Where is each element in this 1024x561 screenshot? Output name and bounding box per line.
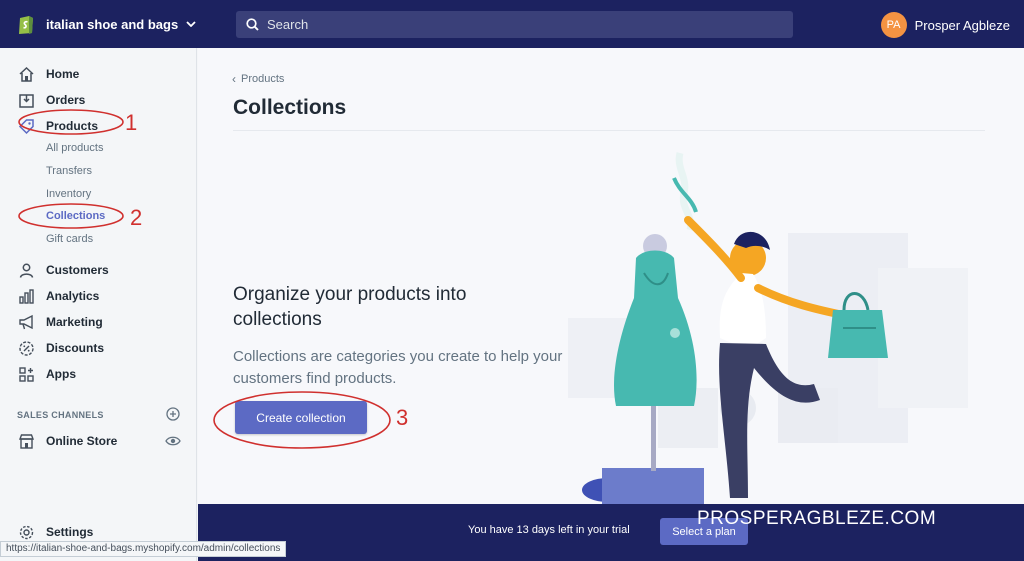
apps-icon <box>16 364 36 384</box>
empty-state-heading: Organize your products into collections <box>233 284 467 330</box>
sidebar-item-orders[interactable]: Orders <box>16 90 85 110</box>
sidebar-item-label: Settings <box>46 525 94 539</box>
empty-state-body: Collections are categories you create to… <box>233 348 563 387</box>
sidebar-subitem-all-products[interactable]: All products <box>46 142 103 154</box>
trial-text: You have 13 days left in your trial <box>468 524 630 536</box>
sidebar-item-label: Products <box>46 119 99 133</box>
sidebar-item-label: Apps <box>46 367 76 381</box>
shopify-logo-icon <box>16 12 36 36</box>
sidebar-item-label: Discounts <box>46 341 105 355</box>
collections-illustration <box>568 152 968 504</box>
sidebar-item-label: Home <box>46 67 80 81</box>
sidebar-item-marketing[interactable]: Marketing <box>16 312 103 332</box>
search-icon <box>246 18 259 31</box>
sidebar-item-label: Analytics <box>46 289 100 303</box>
eye-icon[interactable] <box>165 434 181 448</box>
annotation-number-1: 1 <box>125 110 138 135</box>
sidebar-item-label: Marketing <box>46 315 103 329</box>
customers-icon <box>16 260 36 280</box>
status-bar-url: https://italian-shoe-and-bags.myshopify.… <box>0 541 287 557</box>
sidebar-item-label: Online Store <box>46 434 118 448</box>
sidebar-subitem-collections[interactable]: Collections <box>46 210 105 222</box>
sales-channels-title: SALES CHANNELS <box>17 410 104 420</box>
annotation-number-2: 2 <box>130 205 143 230</box>
divider <box>233 130 985 131</box>
sidebar-subitem-inventory[interactable]: Inventory <box>46 188 91 200</box>
trial-banner: You have 13 days left in your trial Sele… <box>198 504 1024 561</box>
sidebar-item-home[interactable]: Home <box>16 64 79 84</box>
analytics-icon <box>16 286 36 306</box>
sidebar-item-analytics[interactable]: Analytics <box>16 286 99 306</box>
store-name: italian shoe and bags <box>46 16 179 32</box>
tag-icon <box>16 116 36 136</box>
sidebar: Home Orders Products All products Transf… <box>0 48 197 561</box>
marketing-icon <box>16 312 36 332</box>
add-sales-channel-icon[interactable] <box>166 407 180 421</box>
sidebar-item-label: Customers <box>46 263 109 277</box>
sidebar-subitem-transfers[interactable]: Transfers <box>46 165 92 177</box>
create-collection-button[interactable]: Create collection <box>235 401 367 434</box>
discounts-icon <box>16 338 36 358</box>
top-bar: italian shoe and bags Search PA Prosper … <box>0 0 1024 48</box>
user-name: Prosper Agbleze <box>914 17 1010 33</box>
chevron-left-icon: ‹ <box>232 72 236 86</box>
sidebar-subitem-gift-cards[interactable]: Gift cards <box>46 233 93 245</box>
sidebar-item-customers[interactable]: Customers <box>16 260 109 280</box>
gear-icon <box>16 522 36 542</box>
page-title: Collections <box>233 96 347 119</box>
user-menu[interactable]: PA Prosper Agbleze <box>880 12 1010 38</box>
sidebar-item-apps[interactable]: Apps <box>16 364 76 384</box>
sidebar-item-products[interactable]: Products <box>16 116 98 136</box>
annotation-number-3: 3 <box>396 405 409 430</box>
sidebar-item-label: Orders <box>46 93 86 107</box>
store-icon <box>16 431 36 451</box>
orders-icon <box>16 90 36 110</box>
store-switcher[interactable]: italian shoe and bags <box>0 12 198 36</box>
home-icon <box>16 64 36 84</box>
chevron-down-icon <box>186 21 196 27</box>
sidebar-item-online-store[interactable]: Online Store <box>16 431 117 451</box>
breadcrumb[interactable]: ‹ Products <box>232 72 284 86</box>
avatar: PA <box>880 12 907 38</box>
sidebar-item-settings[interactable]: Settings <box>16 522 93 542</box>
watermark: PROSPERAGBLEZE.COM <box>697 508 937 529</box>
breadcrumb-label: Products <box>241 73 285 85</box>
sidebar-item-discounts[interactable]: Discounts <box>16 338 104 358</box>
main-content: ‹ Products Collections Organize your pro… <box>198 48 1024 504</box>
search-input[interactable]: Search <box>236 11 793 38</box>
search-placeholder: Search <box>267 17 309 32</box>
